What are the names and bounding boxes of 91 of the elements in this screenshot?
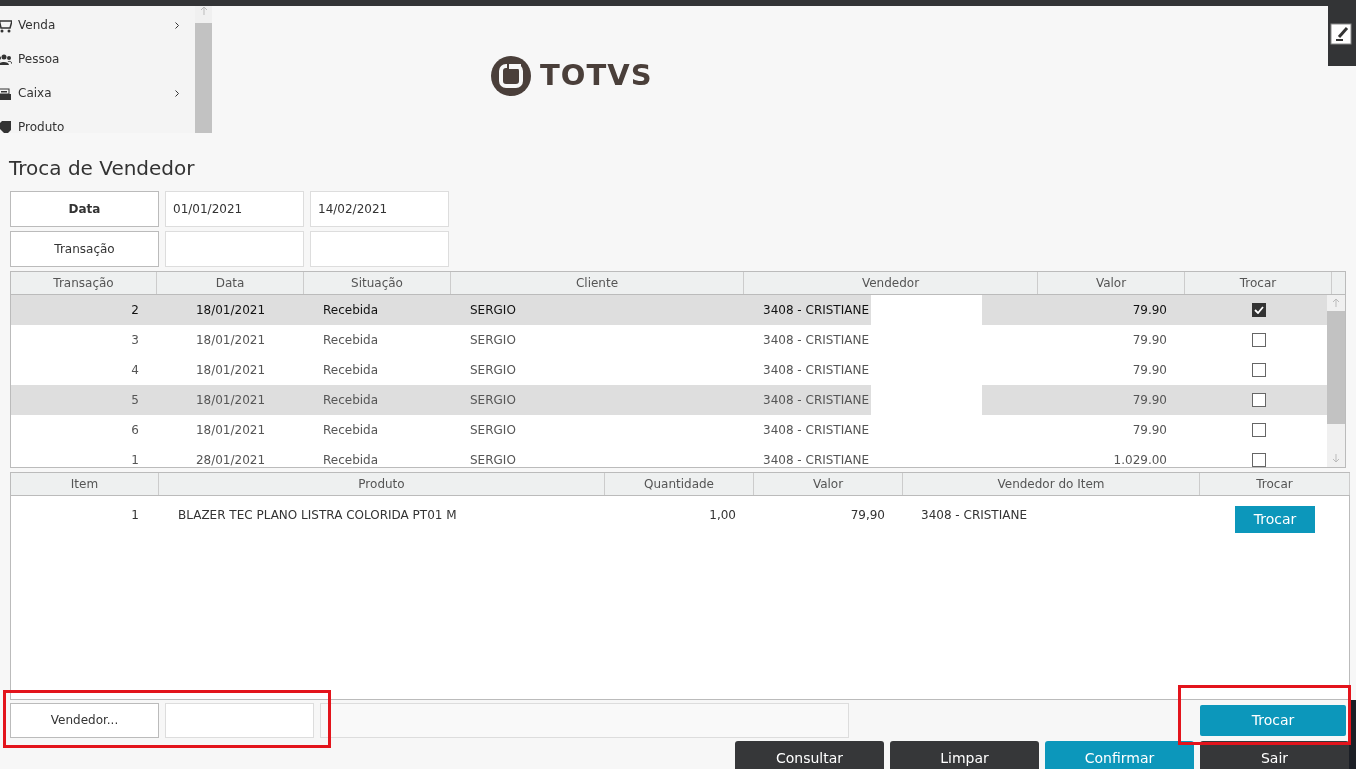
table-cell-text: BLAZER TEC PLANO LISTRA COLORIDA PT01 M [178,507,457,524]
table-cell-text: SERGIO [470,422,516,439]
sidebar-item[interactable]: Pessoa [0,42,195,76]
date-field[interactable] [165,231,304,267]
table-cell-text: 18/01/2021 [195,362,266,379]
action-button[interactable]: Sair [1200,741,1349,769]
table-cell-text: 3408 - CRISTIANE [763,452,869,467]
checkbox[interactable] [1251,423,1266,437]
table-cell-text: 3408 - CRISTIANE [763,302,869,319]
table-cell-text: 79,90 [850,507,885,524]
column-header[interactable]: Situação [304,272,451,294]
table-cell-text: 3408 - CRISTIANE [763,362,869,379]
sidebar-item[interactable]: Caixa [0,76,195,110]
table-cell-text: 1,00 [709,507,736,524]
table-cell-text: 3 [131,332,139,349]
filter-label: Data [10,191,159,227]
arrow-down-icon[interactable] [1332,454,1340,464]
edit-icon[interactable] [1330,20,1354,46]
table-cell-text: SERGIO [470,332,516,349]
vendor-code-field[interactable] [165,702,314,738]
vendor-name-field[interactable] [320,702,849,738]
action-button[interactable]: Limpar [890,741,1039,769]
scrollbar[interactable] [1327,295,1345,467]
table-cell-text: 2 [131,302,139,319]
table-cell-text: Recebida [323,422,379,439]
tag-icon [0,119,12,133]
table-cell-text: 3408 - CRISTIANE [763,332,869,349]
date-field[interactable]: 01/01/2021 [165,191,304,227]
column-header[interactable]: Produto [159,473,605,495]
action-button[interactable]: Consultar [735,741,884,769]
table-cell-text: Recebida [323,362,379,379]
table-cell-text: 3408 - CRISTIANE [763,422,869,439]
cart-icon [0,17,12,33]
table-cell-text: 1 [131,507,139,524]
table-cell-text: 18/01/2021 [195,422,266,439]
table-cell-text: 18/01/2021 [195,392,266,409]
table-cell-text: 79.90 [1132,362,1167,379]
arrow-up-icon[interactable] [199,6,208,16]
column-header[interactable]: Vendedor [744,272,1038,294]
table-cell-text: SERGIO [470,302,516,319]
page-title: Troca de Vendedor [8,155,196,182]
table-cell-text: 79.90 [1132,422,1167,439]
logo-text: TOTVS [540,57,653,94]
column-header[interactable]: Vendedor do Item [903,473,1200,495]
vendor-button[interactable]: Vendedor... [10,702,159,738]
column-header[interactable]: Data [157,272,304,294]
column-header[interactable]: Valor [754,473,903,495]
table-cell-text: 3408 - CRISTIANE [921,507,1027,524]
table-row[interactable]: 2 18/01/2021 Recebida SERGIO 3408 - CRISTIANE 79.90 [11,295,1327,325]
checkbox[interactable] [1251,393,1266,407]
scrollbar[interactable] [195,6,212,133]
table-cell-text: 6 [131,422,139,439]
table-cell-text: SERGIO [470,362,516,379]
logo-icon [490,54,532,97]
table-cell-text: 5 [131,392,139,409]
table-cell-text: SERGIO [470,452,516,467]
checkbox[interactable] [1251,363,1266,377]
checkbox[interactable] [1251,453,1266,467]
table-cell-text: 79.90 [1132,392,1167,409]
table-cell-text: Recebida [323,392,379,409]
table-cell-text: 79.90 [1132,332,1167,349]
column-header[interactable]: Trocar [1200,473,1350,495]
table-cell-text: SERGIO [470,392,516,409]
sidebar-item[interactable]: Venda [0,8,195,42]
column-header[interactable]: Transação [11,272,157,294]
column-header[interactable]: Trocar [1185,272,1332,294]
checkbox[interactable] [1251,333,1266,347]
checkbox[interactable] [1251,303,1266,317]
table-cell-text: 28/01/2021 [195,452,266,467]
table-cell-text: Recebida [323,452,379,467]
date-field[interactable]: 14/02/2021 [310,191,449,227]
table-row[interactable]: 5 18/01/2021 Recebida SERGIO 3408 - CRISTIANE 79.90 [11,385,1327,415]
table-cell-text: 79.90 [1132,302,1167,319]
table-cell-text: 18/01/2021 [195,302,266,319]
column-header[interactable]: Cliente [451,272,744,294]
table-cell-text: 4 [131,362,139,379]
sidebar-item[interactable]: Produto [0,110,195,133]
column-header[interactable]: Item [11,473,159,495]
table-cell-text: 1.029.00 [1113,452,1167,467]
column-header[interactable]: Valor [1038,272,1185,294]
table-cell-text: 1 [131,452,139,467]
table-cell-text: 18/01/2021 [195,332,266,349]
table-cell-text: Recebida [323,302,379,319]
column-header[interactable]: Quantidade [605,473,754,495]
table-cell-text: 3408 - CRISTIANE [763,392,869,409]
filter-label: Transação [10,231,159,267]
arrow-up-icon[interactable] [1332,298,1340,308]
date-field[interactable] [310,231,449,267]
cash-register-icon [0,85,12,101]
panel-edge [1349,700,1356,769]
table-cell-text: Recebida [323,332,379,349]
